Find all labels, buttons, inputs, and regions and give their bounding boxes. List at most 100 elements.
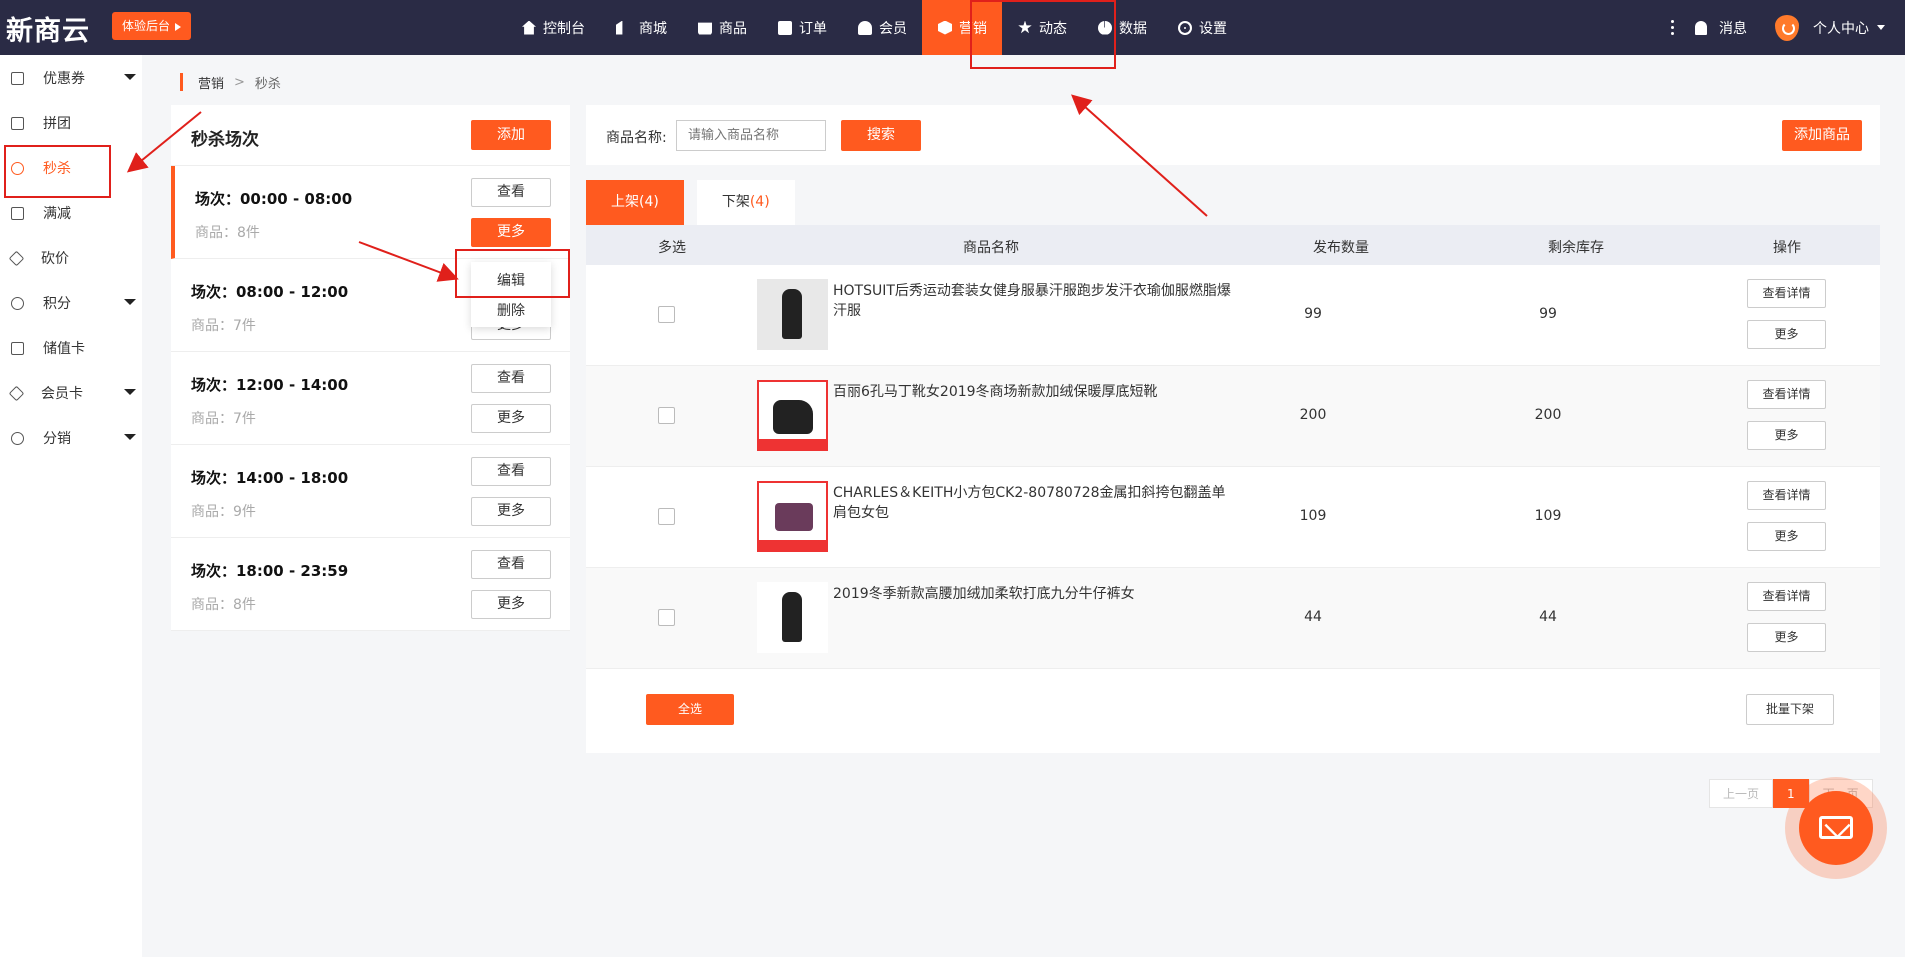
chevron-down-icon[interactable]	[1877, 25, 1885, 30]
tag-icon	[8, 250, 25, 266]
sidebar-item-label: 拼团	[43, 116, 71, 132]
product-name[interactable]: 百丽6孔马丁靴女2019冬商场新款加绒保暖厚底短靴	[833, 382, 1233, 402]
session-count: 商品：9件	[191, 504, 256, 520]
product-name-input[interactable]	[676, 120, 826, 151]
sidebar-item-points[interactable]: 积分	[0, 285, 142, 321]
more-session-button[interactable]: 更多	[471, 404, 551, 433]
bell-icon[interactable]	[1695, 20, 1707, 35]
more-vertical-icon[interactable]	[1671, 20, 1675, 35]
tab-online[interactable]: 上架(4)	[586, 180, 684, 225]
top-bar: 新商云 体验后台 控制台 商城 商品 订单 会员 营销 动态 数据 设置 消息 …	[0, 0, 1905, 55]
nav-settings[interactable]: 设置	[1162, 0, 1242, 55]
more-button[interactable]: 更多	[1747, 320, 1826, 349]
view-detail-button[interactable]: 查看详情	[1747, 279, 1826, 308]
prev-page-button[interactable]: 上一页	[1709, 779, 1774, 808]
breadcrumb-root[interactable]: 营销	[198, 73, 224, 92]
more-button[interactable]: 更多	[1747, 522, 1826, 551]
envelope-icon	[1819, 816, 1853, 839]
share-icon	[11, 431, 24, 445]
product-figure	[782, 592, 802, 642]
document-icon	[778, 20, 792, 35]
table-row: 百丽6孔马丁靴女2019冬商场新款加绒保暖厚底短靴 200 200 查看详情 更…	[586, 366, 1880, 467]
delete-session-menu-item[interactable]: 删除	[471, 300, 551, 320]
nav-products[interactable]: 商品	[682, 0, 762, 55]
select-all-button[interactable]: 全选	[646, 694, 734, 725]
more-button[interactable]: 更多	[1747, 623, 1826, 652]
row-checkbox[interactable]	[658, 508, 675, 525]
sidebar-item-discount[interactable]: 满减	[0, 195, 142, 231]
user-center-link[interactable]: 个人中心	[1813, 18, 1869, 38]
view-session-button[interactable]: 查看	[471, 364, 551, 393]
breadcrumb-separator: >	[234, 74, 245, 90]
sidebar-item-member-card[interactable]: 会员卡	[0, 375, 142, 411]
more-session-button[interactable]: 更多	[471, 218, 551, 247]
trial-backend-label: 体验后台	[122, 19, 171, 33]
view-session-button[interactable]: 查看	[471, 550, 551, 579]
store-icon	[616, 20, 623, 35]
message-fab-button[interactable]	[1799, 791, 1873, 865]
product-name[interactable]: HOTSUIT后秀运动套装女健身服暴汗服跑步发汗衣瑜伽服燃脂爆汗服	[833, 281, 1233, 321]
more-session-button[interactable]: 更多	[471, 497, 551, 526]
view-session-button[interactable]: 查看	[471, 457, 551, 486]
product-figure	[775, 503, 813, 531]
header-remaining-stock: 剩余库存	[1548, 240, 1604, 256]
product-thumbnail[interactable]	[757, 279, 828, 350]
breadcrumb: 营销 > 秒杀	[180, 73, 281, 92]
product-thumbnail[interactable]	[757, 380, 828, 451]
search-button[interactable]: 搜索	[841, 120, 921, 151]
app-logo[interactable]: 新商云	[6, 9, 90, 48]
chevron-down-icon	[124, 389, 136, 395]
gift-icon	[11, 206, 24, 220]
nav-orders[interactable]: 订单	[762, 0, 842, 55]
add-session-button[interactable]: 添加	[471, 120, 551, 150]
view-detail-button[interactable]: 查看详情	[1747, 380, 1826, 409]
table-row: CHARLES＆KEITH小方包CK2-80780728金属扣斜挎包翻盖单肩包女…	[586, 467, 1880, 568]
batch-offline-button[interactable]: 批量下架	[1746, 694, 1834, 725]
product-thumbnail[interactable]	[757, 582, 828, 653]
trial-backend-button[interactable]: 体验后台	[112, 12, 192, 40]
more-session-button[interactable]: 更多	[471, 590, 551, 619]
sidebar-item-coupons[interactable]: 优惠券	[0, 60, 142, 96]
home-icon	[522, 20, 536, 35]
product-thumbnail[interactable]	[757, 481, 828, 552]
tab-offline[interactable]: 下架(4)	[696, 180, 795, 225]
view-detail-button[interactable]: 查看详情	[1747, 481, 1826, 510]
chevron-down-icon	[124, 74, 136, 80]
nav-members[interactable]: 会员	[842, 0, 922, 55]
row-checkbox[interactable]	[658, 609, 675, 626]
session-count: 商品：8件	[191, 597, 256, 613]
session-item[interactable]: 场次：14:00 - 18:00 商品：9件 查看 更多	[171, 445, 570, 538]
more-button[interactable]: 更多	[1747, 421, 1826, 450]
row-checkbox[interactable]	[658, 407, 675, 424]
product-name[interactable]: CHARLES＆KEITH小方包CK2-80780728金属扣斜挎包翻盖单肩包女…	[833, 483, 1233, 523]
row-checkbox[interactable]	[658, 306, 675, 323]
tab-label: 上架	[611, 194, 639, 210]
nav-mall[interactable]: 商城	[600, 0, 682, 55]
header-actions: 操作	[1773, 240, 1801, 256]
view-session-button[interactable]: 查看	[471, 178, 551, 207]
sidebar-item-group-buy[interactable]: 拼团	[0, 105, 142, 141]
session-item[interactable]: 场次：00:00 - 08:00 商品：8件 查看 更多	[171, 166, 570, 259]
promo-tag	[759, 439, 826, 449]
header-product-name: 商品名称	[963, 240, 1019, 256]
sidebar-item-label: 优惠券	[43, 71, 85, 87]
sidebar-item-label: 会员卡	[41, 386, 83, 402]
sidebar-item-stored-value-card[interactable]: 储值卡	[0, 330, 142, 366]
session-title: 场次：12:00 - 14:00	[191, 376, 349, 394]
sidebar-item-label: 满减	[43, 206, 71, 222]
product-name[interactable]: 2019冬季新款高腰加绒加柔软打底九分牛仔裤女	[833, 584, 1233, 604]
sidebar-item-distribution[interactable]: 分销	[0, 420, 142, 456]
remaining-stock: 200	[1534, 407, 1562, 423]
add-product-button[interactable]: 添加商品	[1782, 120, 1862, 151]
session-item[interactable]: 场次：12:00 - 14:00 商品：7件 查看 更多	[171, 352, 570, 445]
view-detail-button[interactable]: 查看详情	[1747, 582, 1826, 611]
avatar[interactable]	[1775, 14, 1799, 41]
published-qty: 99	[1304, 306, 1322, 322]
nav-dashboard[interactable]: 控制台	[506, 0, 600, 55]
gear-icon	[1178, 20, 1192, 35]
session-title: 场次：14:00 - 18:00	[191, 469, 349, 487]
messages-link[interactable]: 消息	[1719, 18, 1747, 38]
session-item[interactable]: 场次：18:00 - 23:59 商品：8件 查看 更多	[171, 538, 570, 631]
sidebar-item-bargain[interactable]: 砍价	[0, 240, 142, 276]
product-figure	[782, 289, 802, 339]
